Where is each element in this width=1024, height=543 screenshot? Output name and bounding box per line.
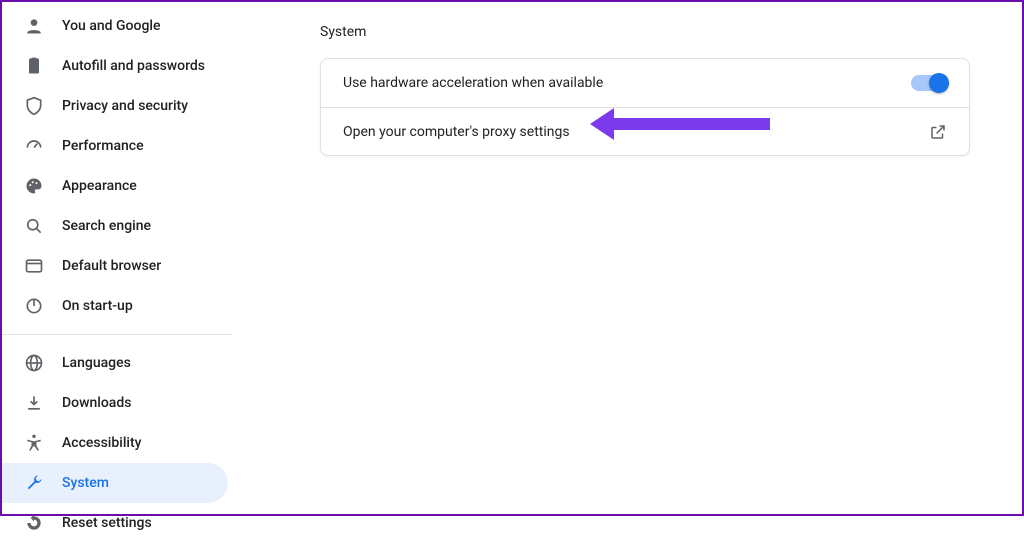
person-icon xyxy=(24,16,44,36)
sidebar-item-appearance[interactable]: Appearance xyxy=(2,166,228,206)
sidebar-item-label: System xyxy=(62,475,109,491)
speed-icon xyxy=(24,136,44,156)
sidebar-item-label: On start-up xyxy=(62,298,133,314)
sidebar-item-label: Downloads xyxy=(62,395,131,411)
sidebar-item-languages[interactable]: Languages xyxy=(2,343,228,383)
sidebar-item-default-browser[interactable]: Default browser xyxy=(2,246,228,286)
sidebar-item-label: Languages xyxy=(62,355,131,371)
sidebar-item-label: Default browser xyxy=(62,258,161,274)
section-title: System xyxy=(320,24,970,40)
settings-sidebar: You and Google Autofill and passwords Pr… xyxy=(2,2,242,514)
reset-icon xyxy=(24,513,44,533)
sidebar-item-label: Autofill and passwords xyxy=(62,58,205,74)
sidebar-item-label: Search engine xyxy=(62,218,151,234)
sidebar-item-label: You and Google xyxy=(62,18,160,34)
sidebar-item-label: Appearance xyxy=(62,178,137,194)
toggle-knob xyxy=(929,73,949,93)
wrench-icon xyxy=(24,473,44,493)
shield-icon xyxy=(24,96,44,116)
sidebar-item-label: Performance xyxy=(62,138,144,154)
system-settings-card: Use hardware acceleration when available… xyxy=(320,58,970,156)
sidebar-item-accessibility[interactable]: Accessibility xyxy=(2,423,228,463)
row-label: Use hardware acceleration when available xyxy=(343,75,603,91)
sidebar-item-privacy[interactable]: Privacy and security xyxy=(2,86,228,126)
external-link-icon xyxy=(929,123,947,141)
sidebar-item-reset-settings[interactable]: Reset settings xyxy=(2,503,228,543)
row-hardware-acceleration[interactable]: Use hardware acceleration when available xyxy=(321,59,969,107)
sidebar-item-downloads[interactable]: Downloads xyxy=(2,383,228,423)
accessibility-icon xyxy=(24,433,44,453)
toggle-hardware-acceleration[interactable] xyxy=(911,75,947,91)
clipboard-icon xyxy=(24,56,44,76)
sidebar-item-on-startup[interactable]: On start-up xyxy=(2,286,228,326)
palette-icon xyxy=(24,176,44,196)
power-icon xyxy=(24,296,44,316)
settings-main: System Use hardware acceleration when av… xyxy=(242,2,1022,514)
search-icon xyxy=(24,216,44,236)
browser-icon xyxy=(24,256,44,276)
sidebar-item-label: Privacy and security xyxy=(62,98,188,114)
sidebar-divider xyxy=(2,334,232,335)
sidebar-item-search-engine[interactable]: Search engine xyxy=(2,206,228,246)
sidebar-item-label: Accessibility xyxy=(62,435,141,451)
download-icon xyxy=(24,393,44,413)
sidebar-item-autofill[interactable]: Autofill and passwords xyxy=(2,46,228,86)
globe-icon xyxy=(24,353,44,373)
row-label: Open your computer's proxy settings xyxy=(343,124,570,140)
sidebar-item-label: Reset settings xyxy=(62,515,152,531)
sidebar-item-performance[interactable]: Performance xyxy=(2,126,228,166)
sidebar-item-system[interactable]: System xyxy=(2,463,228,503)
row-proxy-settings[interactable]: Open your computer's proxy settings xyxy=(321,107,969,155)
sidebar-item-you-and-google[interactable]: You and Google xyxy=(2,6,228,46)
